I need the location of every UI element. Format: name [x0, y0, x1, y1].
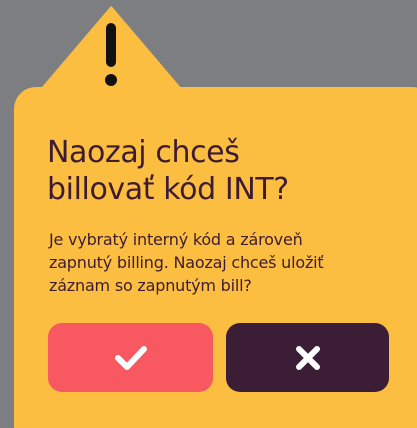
dialog-message-line-2: zapnutý billing. Naozaj chceš uložiť [49, 253, 324, 272]
close-icon [295, 345, 320, 370]
dialog-message-line-1: Je vybratý interný kód a zároveň [49, 230, 303, 249]
dialog-message: Je vybratý interný kód a zároveň zapnutý… [49, 228, 399, 297]
dialog-title: Naozaj chceš billovať kód INT? [47, 134, 407, 208]
warning-icon [36, 6, 186, 94]
cancel-button[interactable] [226, 323, 389, 392]
dialog-title-line-2: billovať kód INT? [47, 172, 289, 207]
confirmation-screen: Naozaj chceš billovať kód INT? Je vybrat… [0, 0, 417, 428]
dialog-message-line-3: záznam so zapnutým bill? [49, 276, 252, 295]
check-icon [114, 345, 147, 370]
confirm-button[interactable] [48, 323, 213, 392]
dialog-title-line-1: Naozaj chceš [47, 135, 240, 170]
